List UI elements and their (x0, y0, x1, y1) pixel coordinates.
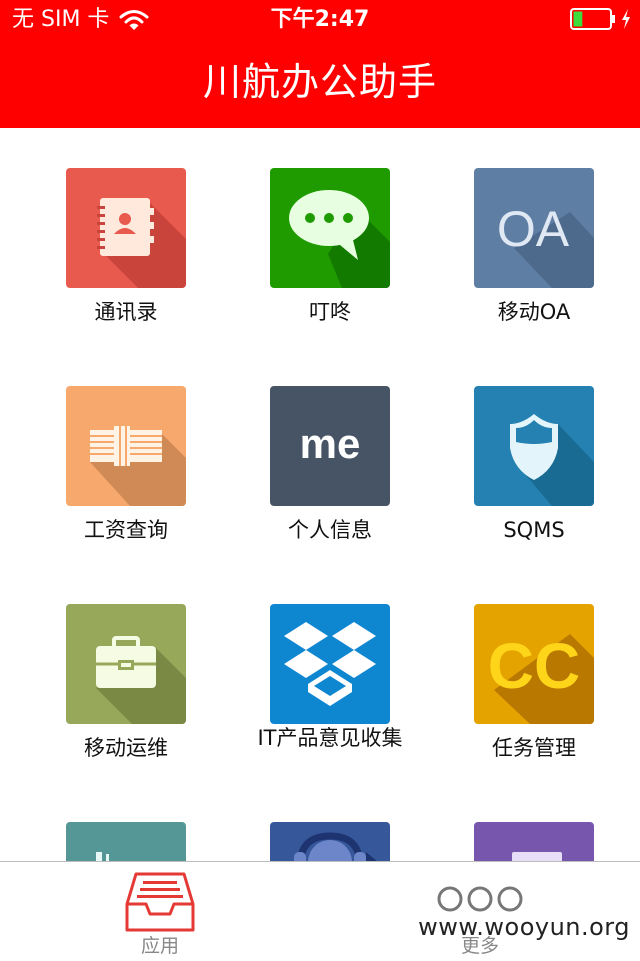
app-label: 任务管理 (492, 736, 576, 760)
tab-label: 应用 (140, 935, 179, 957)
more-dots-icon (437, 886, 523, 912)
contacts-book-icon (66, 168, 186, 288)
app-header: 无 SIM 卡 下午2:47 川航办公助手 (0, 0, 640, 128)
cc-text-icon: CC (474, 604, 594, 724)
oa-text-icon: OA (474, 168, 594, 288)
toolbox-icon (66, 604, 186, 724)
inbox-tray-icon (125, 872, 195, 932)
dropbox-icon (270, 604, 390, 724)
app-label: 个人信息 (288, 518, 372, 542)
tab-bar: 应用 更多 (0, 861, 640, 961)
watermark: www.wooyun.org (418, 913, 630, 941)
shield-icon (474, 386, 594, 506)
app-dingdong[interactable]: 叮咚 (228, 168, 432, 324)
app-teal[interactable] (24, 822, 228, 861)
app-label: 工资查询 (84, 518, 168, 542)
oa-icon-text: OA (497, 201, 570, 257)
headphones-icon (270, 822, 390, 861)
money-stack-icon (66, 386, 186, 506)
purple-app-icon (474, 822, 594, 861)
app-label: 移动运维 (84, 736, 168, 760)
app-mobile-ops[interactable]: 移动运维 (24, 604, 228, 760)
me-text-icon: me (270, 386, 390, 506)
charging-bolt-icon (622, 9, 630, 29)
app-sqms[interactable]: SQMS (432, 386, 636, 542)
status-time: 下午2:47 (270, 7, 370, 32)
me-icon-text: me (300, 420, 361, 467)
app-headphones[interactable] (228, 822, 432, 861)
app-label: SQMS (503, 518, 565, 542)
tab-apps[interactable]: 应用 (0, 862, 320, 961)
app-label: 叮咚 (309, 300, 351, 324)
battery-status (570, 8, 632, 30)
chat-bubble-icon (270, 168, 390, 288)
app-mobile-oa[interactable]: OA 移动OA (432, 168, 636, 324)
app-salary-query[interactable]: 工资查询 (24, 386, 228, 542)
app-purple[interactable] (432, 822, 636, 861)
battery-icon (570, 8, 615, 30)
app-label: IT产品意见收集 (257, 726, 403, 750)
app-personal-info[interactable]: me 个人信息 (228, 386, 432, 542)
app-task-management[interactable]: CC 任务管理 (432, 604, 636, 760)
app-label: 移动OA (497, 300, 571, 324)
cc-icon-text: CC (488, 630, 580, 702)
app-contacts[interactable]: 通讯录 (24, 168, 228, 324)
app-label: 通讯录 (94, 300, 158, 324)
app-it-feedback[interactable]: IT产品意见收集 (228, 604, 432, 750)
teal-app-icon (66, 822, 186, 861)
page-title: 川航办公助手 (202, 60, 437, 104)
app-grid: 通讯录 叮咚 OA 移动OA 工资查询 me 个人信息 SQMS 移动运维 IT… (0, 128, 640, 861)
